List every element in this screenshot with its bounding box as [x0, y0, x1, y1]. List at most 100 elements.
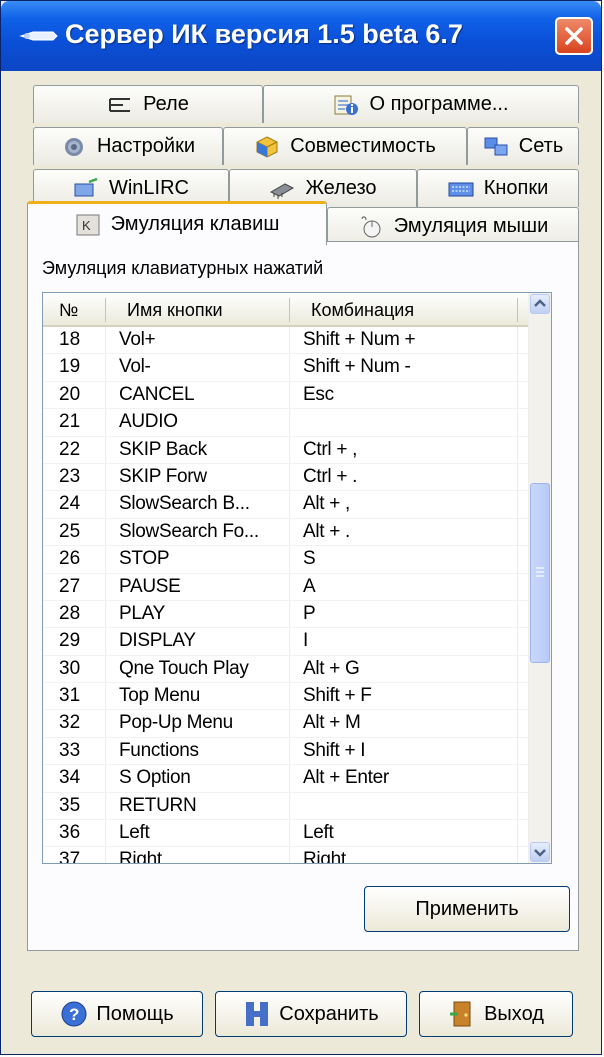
row-combination-cell: Shift + I	[303, 739, 366, 761]
tab-label: Настройки	[96, 135, 196, 157]
app-window: Сервер ИК версия 1.5 beta 6.7 Реле О про…	[0, 0, 602, 1055]
table-row[interactable]: 28 PLAY P	[43, 601, 531, 629]
row-combination-cell: A	[303, 575, 316, 597]
row-button-name-cell: DISPLAY	[119, 630, 196, 652]
tab-network[interactable]: Сеть	[467, 127, 579, 165]
table-row[interactable]: 35 RETURN	[43, 793, 531, 821]
tab-relay[interactable]: Реле	[33, 85, 263, 123]
row-number-cell: 30	[59, 657, 81, 679]
tab-settings[interactable]: Настройки	[33, 127, 223, 165]
svg-text:K: K	[82, 218, 91, 233]
row-combination-cell: Ctrl + ,	[303, 438, 358, 460]
table-row[interactable]: 32 Pop-Up Menu Alt + M	[43, 710, 531, 738]
row-combination-cell: Alt + ,	[303, 493, 351, 515]
title-bar[interactable]: Сервер ИК версия 1.5 beta 6.7	[1, 1, 601, 71]
table-row[interactable]: 33 Functions Shift + I	[43, 738, 531, 766]
row-number-cell: 27	[59, 575, 81, 597]
row-combination-cell: Right	[303, 849, 346, 864]
key-mapping-list[interactable]: № Имя кнопки Комбинация 18 Vol+ Shift + Nu…	[42, 292, 552, 864]
row-combination-cell: Alt + M	[303, 712, 361, 734]
row-combination-cell: Left	[303, 822, 334, 844]
row-button-name-cell: Left	[119, 822, 150, 844]
row-button-name-cell: Vol-	[119, 356, 151, 378]
row-number-cell: 26	[59, 548, 81, 570]
row-button-name-cell: CANCEL	[119, 383, 195, 405]
row-number-cell: 22	[59, 438, 81, 460]
row-button-name-cell: Functions	[119, 739, 199, 761]
help-button-label: Помощь	[96, 1002, 174, 1025]
table-row[interactable]: 20 CANCEL Esc	[43, 382, 531, 410]
tab-about[interactable]: О программе...	[263, 85, 579, 123]
tab-compatibility[interactable]: Совместимость	[223, 127, 467, 165]
exit-button[interactable]: Выход	[419, 991, 573, 1037]
save-button[interactable]: Сохранить	[215, 991, 407, 1037]
ir-remote-icon	[19, 31, 58, 41]
row-number-cell: 24	[59, 493, 81, 515]
row-number-cell: 33	[59, 739, 81, 761]
row-button-name-cell: SKIP Back	[119, 438, 207, 460]
table-row[interactable]: 30 Qne Touch Play Alt + G	[43, 656, 531, 684]
row-combination-cell: P	[303, 602, 316, 624]
row-combination-cell: Shift + F	[303, 685, 372, 707]
row-combination-cell: Alt + Enter	[303, 767, 389, 789]
row-button-name-cell: Vol+	[119, 329, 156, 350]
table-row[interactable]: 22 SKIP Back Ctrl + ,	[43, 437, 531, 464]
tab-label: Железо	[305, 177, 377, 199]
row-button-name-cell: STOP	[119, 548, 170, 570]
row-button-name-cell: Right	[119, 849, 162, 864]
vertical-scrollbar[interactable]	[528, 293, 551, 863]
column-header-combination[interactable]: Комбинация	[311, 300, 414, 321]
table-row[interactable]: 25 SlowSearch Fo... Alt + .	[43, 519, 531, 547]
table-row[interactable]: 23 SKIP Forw Ctrl + .	[43, 464, 531, 492]
table-row[interactable]: 36 Left Left	[43, 820, 531, 848]
table-row[interactable]: 18 Vol+ Shift + Num +	[43, 327, 531, 355]
network-icon	[484, 137, 508, 155]
scroll-up-button[interactable]	[530, 294, 550, 314]
row-combination-cell: I	[303, 630, 308, 652]
row-button-name-cell: SlowSearch B...	[119, 493, 250, 515]
column-header-number[interactable]: №	[59, 300, 78, 321]
table-row[interactable]: 21 AUDIO	[43, 409, 531, 437]
tab-label: Совместимость	[290, 135, 436, 157]
scroll-down-button[interactable]	[530, 842, 550, 862]
row-combination-cell: Ctrl + .	[303, 465, 358, 487]
row-number-cell: 20	[59, 383, 81, 405]
row-number-cell: 36	[59, 822, 81, 844]
row-number-cell: 32	[59, 712, 81, 734]
row-button-name-cell: Pop-Up Menu	[119, 712, 233, 734]
help-icon: ?	[61, 1001, 87, 1027]
apply-button[interactable]: Применить	[364, 886, 570, 932]
tab-mouse-emulation[interactable]: Эмуляция мыши	[327, 207, 579, 245]
row-number-cell: 25	[59, 520, 81, 542]
row-number-cell: 23	[59, 465, 81, 487]
tab-label: Эмуляция мыши	[393, 215, 549, 237]
cube-icon	[256, 135, 278, 158]
table-row[interactable]: 24 SlowSearch B... Alt + ,	[43, 491, 531, 519]
table-row[interactable]: 26 STOP S	[43, 546, 531, 574]
table-row[interactable]: 19 Vol- Shift + Num -	[43, 354, 531, 382]
row-combination-cell: Alt + G	[303, 657, 360, 679]
table-row[interactable]: 34 S Option Alt + Enter	[43, 765, 531, 793]
close-button[interactable]	[555, 17, 593, 55]
table-row[interactable]: 37 Right Right	[43, 847, 531, 864]
tab-buttons[interactable]: Кнопки	[417, 169, 579, 207]
gear-icon	[64, 137, 83, 156]
keyboard-icon	[448, 182, 474, 196]
row-button-name-cell: S Option	[119, 767, 191, 789]
tab-key-emulation[interactable]: K Эмуляция клавиш	[27, 201, 327, 245]
save-button-label: Сохранить	[279, 1002, 379, 1025]
close-icon	[565, 27, 583, 45]
scroll-thumb[interactable]	[530, 483, 550, 663]
table-row[interactable]: 27 PAUSE A	[43, 574, 531, 601]
column-header-button-name[interactable]: Имя кнопки	[127, 300, 223, 321]
chevron-up-icon	[534, 299, 546, 307]
row-number-cell: 28	[59, 602, 81, 624]
table-row[interactable]: 29 DISPLAY I	[43, 628, 531, 656]
help-button[interactable]: ? Помощь	[31, 991, 203, 1037]
tab-label: Эмуляция клавиш	[110, 213, 280, 235]
mouse-icon	[361, 215, 381, 237]
row-button-name-cell: PLAY	[119, 602, 165, 624]
table-row[interactable]: 31 Top Menu Shift + F	[43, 683, 531, 711]
chip-icon	[270, 182, 295, 199]
info-icon	[334, 95, 359, 115]
